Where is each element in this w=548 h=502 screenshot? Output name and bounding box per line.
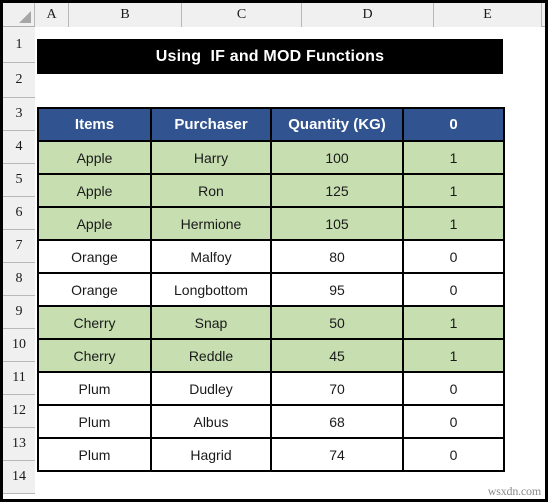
cell-flag[interactable]: 0 bbox=[402, 437, 505, 472]
cell-flag[interactable]: 0 bbox=[402, 239, 505, 274]
cell-quantity[interactable]: 105 bbox=[270, 206, 404, 241]
row-header-4[interactable]: 4 bbox=[3, 131, 35, 164]
header-items[interactable]: Items bbox=[37, 107, 152, 142]
spreadsheet-window: ABCDE 1 2 3 4 5 6 7 8 9 10 11 12 13 14 Using IF and M… bbox=[0, 0, 548, 502]
header-flag[interactable]: 0 bbox=[402, 107, 505, 142]
cell-purchaser[interactable]: Malfoy bbox=[150, 239, 272, 274]
cell-flag[interactable]: 1 bbox=[402, 206, 505, 241]
row-header-2[interactable]: 2 bbox=[3, 63, 35, 98]
cell-purchaser[interactable]: Hermione bbox=[150, 206, 272, 241]
cell-flag[interactable]: 1 bbox=[402, 173, 505, 208]
table-row: Apple Hermione 105 1 bbox=[37, 206, 505, 241]
cell-flag[interactable]: 0 bbox=[402, 272, 505, 307]
cell-items[interactable]: Plum bbox=[37, 371, 152, 406]
cell-items[interactable]: Apple bbox=[37, 173, 152, 208]
column-header-c[interactable]: C bbox=[182, 3, 302, 27]
header-purchaser[interactable]: Purchaser bbox=[150, 107, 272, 142]
table-row: Cherry Snap 50 1 bbox=[37, 305, 505, 340]
cell-purchaser[interactable]: Hagrid bbox=[150, 437, 272, 472]
table-row: Plum Hagrid 74 0 bbox=[37, 437, 505, 472]
column-header-a[interactable]: A bbox=[35, 3, 69, 27]
select-all-corner[interactable] bbox=[3, 3, 35, 26]
cell-flag[interactable]: 1 bbox=[402, 140, 505, 175]
row-header-column: 1 2 3 4 5 6 7 8 9 10 11 12 13 14 bbox=[3, 27, 35, 494]
cell-quantity[interactable]: 50 bbox=[270, 305, 404, 340]
title-banner: Using IF and MOD Functions bbox=[37, 39, 503, 74]
data-table: Items Purchaser Quantity (KG) 0 Apple Har… bbox=[37, 107, 505, 472]
header-quantity[interactable]: Quantity (KG) bbox=[270, 107, 404, 142]
cell-quantity[interactable]: 70 bbox=[270, 371, 404, 406]
row-header-1[interactable]: 1 bbox=[3, 27, 35, 63]
column-header-row: ABCDE bbox=[3, 3, 545, 27]
select-all-triangle-icon bbox=[19, 11, 31, 23]
cell-purchaser[interactable]: Reddle bbox=[150, 338, 272, 373]
table-row: Orange Longbottom 95 0 bbox=[37, 272, 505, 307]
table-body: Apple Harry 100 1 Apple Ron 125 1 Apple Hermione 1… bbox=[37, 140, 505, 472]
cell-quantity[interactable]: 95 bbox=[270, 272, 404, 307]
spreadsheet-grid: ABCDE 1 2 3 4 5 6 7 8 9 10 11 12 13 14 Using IF and M… bbox=[3, 3, 545, 499]
cell-quantity[interactable]: 45 bbox=[270, 338, 404, 373]
cell-flag[interactable]: 0 bbox=[402, 404, 505, 439]
cell-flag[interactable]: 1 bbox=[402, 338, 505, 373]
cell-items[interactable]: Plum bbox=[37, 437, 152, 472]
cell-quantity[interactable]: 125 bbox=[270, 173, 404, 208]
cell-quantity[interactable]: 80 bbox=[270, 239, 404, 274]
row-header-13[interactable]: 13 bbox=[3, 428, 35, 461]
column-header-b[interactable]: B bbox=[69, 3, 182, 27]
cell-flag[interactable]: 0 bbox=[402, 371, 505, 406]
table-row: Plum Dudley 70 0 bbox=[37, 371, 505, 406]
cell-purchaser[interactable]: Albus bbox=[150, 404, 272, 439]
row-header-10[interactable]: 10 bbox=[3, 329, 35, 362]
column-header-e[interactable]: E bbox=[434, 3, 542, 27]
cell-purchaser[interactable]: Longbottom bbox=[150, 272, 272, 307]
row-header-14[interactable]: 14 bbox=[3, 461, 35, 494]
table-header-row: Items Purchaser Quantity (KG) 0 bbox=[37, 107, 505, 142]
row-header-12[interactable]: 12 bbox=[3, 395, 35, 428]
cell-items[interactable]: Orange bbox=[37, 239, 152, 274]
column-header-d[interactable]: D bbox=[302, 3, 434, 27]
cell-purchaser[interactable]: Snap bbox=[150, 305, 272, 340]
cell-items[interactable]: Plum bbox=[37, 404, 152, 439]
cell-quantity[interactable]: 74 bbox=[270, 437, 404, 472]
cell-items[interactable]: Apple bbox=[37, 140, 152, 175]
table-header: Items Purchaser Quantity (KG) 0 bbox=[37, 107, 505, 142]
watermark: wsxdn.com bbox=[487, 484, 541, 498]
row-header-3[interactable]: 3 bbox=[3, 98, 35, 131]
table-row: Apple Harry 100 1 bbox=[37, 140, 505, 175]
cell-purchaser[interactable]: Dudley bbox=[150, 371, 272, 406]
table-row: Apple Ron 125 1 bbox=[37, 173, 505, 208]
row-header-8[interactable]: 8 bbox=[3, 263, 35, 296]
table-row: Cherry Reddle 45 1 bbox=[37, 338, 505, 373]
cell-quantity[interactable]: 100 bbox=[270, 140, 404, 175]
cell-quantity[interactable]: 68 bbox=[270, 404, 404, 439]
row-header-11[interactable]: 11 bbox=[3, 362, 35, 395]
cell-items[interactable]: Cherry bbox=[37, 338, 152, 373]
cell-items[interactable]: Apple bbox=[37, 206, 152, 241]
cell-items[interactable]: Cherry bbox=[37, 305, 152, 340]
cell-purchaser[interactable]: Ron bbox=[150, 173, 272, 208]
row-header-5[interactable]: 5 bbox=[3, 164, 35, 197]
cell-purchaser[interactable]: Harry bbox=[150, 140, 272, 175]
row-header-6[interactable]: 6 bbox=[3, 197, 35, 230]
cell-flag[interactable]: 1 bbox=[402, 305, 505, 340]
cell-items[interactable]: Orange bbox=[37, 272, 152, 307]
table-row: Orange Malfoy 80 0 bbox=[37, 239, 505, 274]
row-header-9[interactable]: 9 bbox=[3, 296, 35, 329]
row-header-7[interactable]: 7 bbox=[3, 230, 35, 263]
table-row: Plum Albus 68 0 bbox=[37, 404, 505, 439]
